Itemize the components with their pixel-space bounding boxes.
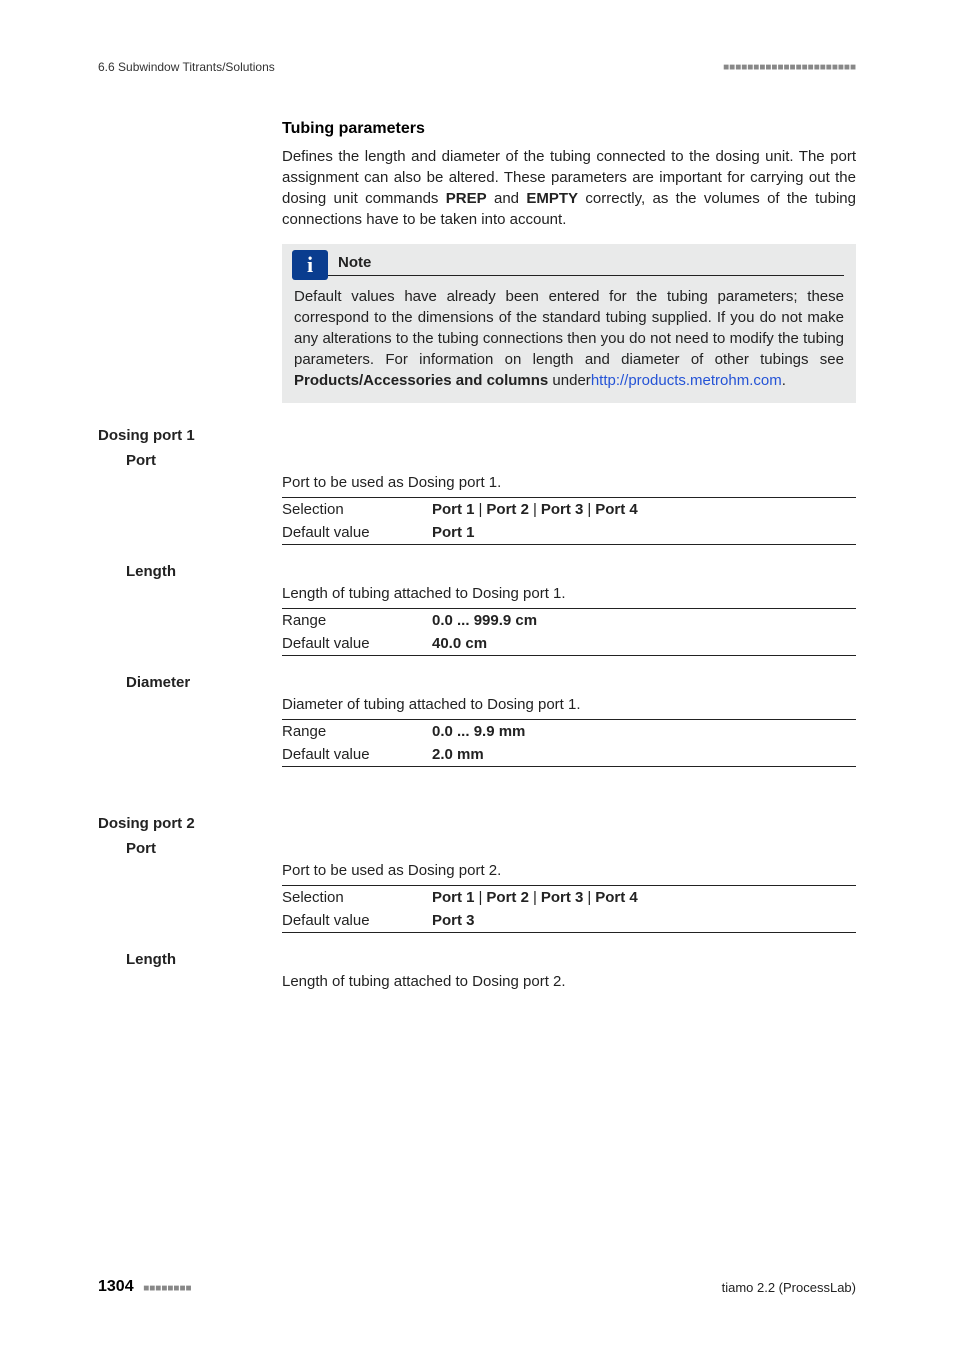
- dp1-diameter-desc: Diameter of tubing attached to Dosing po…: [282, 696, 856, 713]
- dp2-port-opt2: Port 2: [486, 889, 529, 906]
- range-label-2: Range: [282, 723, 432, 740]
- dp2-port-opt3: Port 3: [541, 889, 584, 906]
- dp1-port-opt2: Port 2: [486, 501, 529, 518]
- note-body-strong: Products/Accessories and columns: [294, 372, 548, 389]
- dp1-port-opt4: Port 4: [595, 501, 638, 518]
- dosing-port-1-title: Dosing port 1: [98, 427, 856, 444]
- default-value-label-2: Default value: [282, 635, 432, 652]
- intro-prep: PREP: [446, 190, 487, 207]
- dp2-port-default: Port 3: [432, 912, 475, 929]
- dp2-length-desc: Length of tubing attached to Dosing port…: [282, 973, 856, 990]
- range-label: Range: [282, 612, 432, 629]
- dp2-port-selection: Port 1|Port 2|Port 3|Port 4: [432, 889, 638, 906]
- dp1-length-default: 40.0 cm: [432, 635, 487, 652]
- dp2-port-desc: Port to be used as Dosing port 2.: [282, 862, 856, 879]
- dp1-port-default: Port 1: [432, 524, 475, 541]
- dp1-diameter-default: 2.0 mm: [432, 746, 484, 763]
- info-icon: i: [292, 250, 328, 280]
- dp1-diameter-label: Diameter: [126, 674, 190, 691]
- footer-squares: ■■■■■■■■: [143, 1283, 191, 1294]
- dp2-length-label: Length: [126, 951, 176, 968]
- page-number: 1304: [98, 1278, 134, 1295]
- dp1-port-opt1: Port 1: [432, 501, 475, 518]
- dp1-port-label: Port: [126, 452, 156, 469]
- note-title: Note: [338, 254, 371, 271]
- dp1-diameter-range: 0.0 ... 9.9 mm: [432, 723, 525, 740]
- note-body-end: .: [782, 372, 786, 389]
- note-block: i Note Default values have already been …: [282, 244, 856, 403]
- dp1-length-range: 0.0 ... 999.9 cm: [432, 612, 537, 629]
- note-link[interactable]: http://products.metrohm.com: [591, 372, 782, 389]
- tubing-parameters-heading: Tubing parameters: [282, 120, 856, 138]
- intro-mid: and: [487, 190, 527, 207]
- dosing-port-2-title: Dosing port 2: [98, 815, 856, 832]
- running-header-left: 6.6 Subwindow Titrants/Solutions: [98, 60, 275, 74]
- dp1-port-selection: Port 1|Port 2|Port 3|Port 4: [432, 501, 638, 518]
- dp2-port-opt1: Port 1: [432, 889, 475, 906]
- selection-label: Selection: [282, 501, 432, 518]
- tubing-parameters-intro: Defines the length and diameter of the t…: [282, 146, 856, 230]
- note-body: Default values have already been entered…: [294, 286, 844, 391]
- note-body-a: Default values have already been entered…: [294, 288, 844, 368]
- selection-label-2: Selection: [282, 889, 432, 906]
- note-body-under: under: [548, 372, 591, 389]
- footer-product: tiamo 2.2 (ProcessLab): [722, 1280, 856, 1295]
- intro-empty: EMPTY: [526, 190, 578, 207]
- dp1-port-desc: Port to be used as Dosing port 1.: [282, 474, 856, 491]
- dp1-length-desc: Length of tubing attached to Dosing port…: [282, 585, 856, 602]
- default-value-label: Default value: [282, 524, 432, 541]
- header-squares: ■■■■■■■■■■■■■■■■■■■■■■: [723, 62, 856, 73]
- dp1-length-label: Length: [126, 563, 176, 580]
- default-value-label-3: Default value: [282, 746, 432, 763]
- dp1-port-opt3: Port 3: [541, 501, 584, 518]
- dp2-port-label: Port: [126, 840, 156, 857]
- default-value-label-4: Default value: [282, 912, 432, 929]
- dp2-port-opt4: Port 4: [595, 889, 638, 906]
